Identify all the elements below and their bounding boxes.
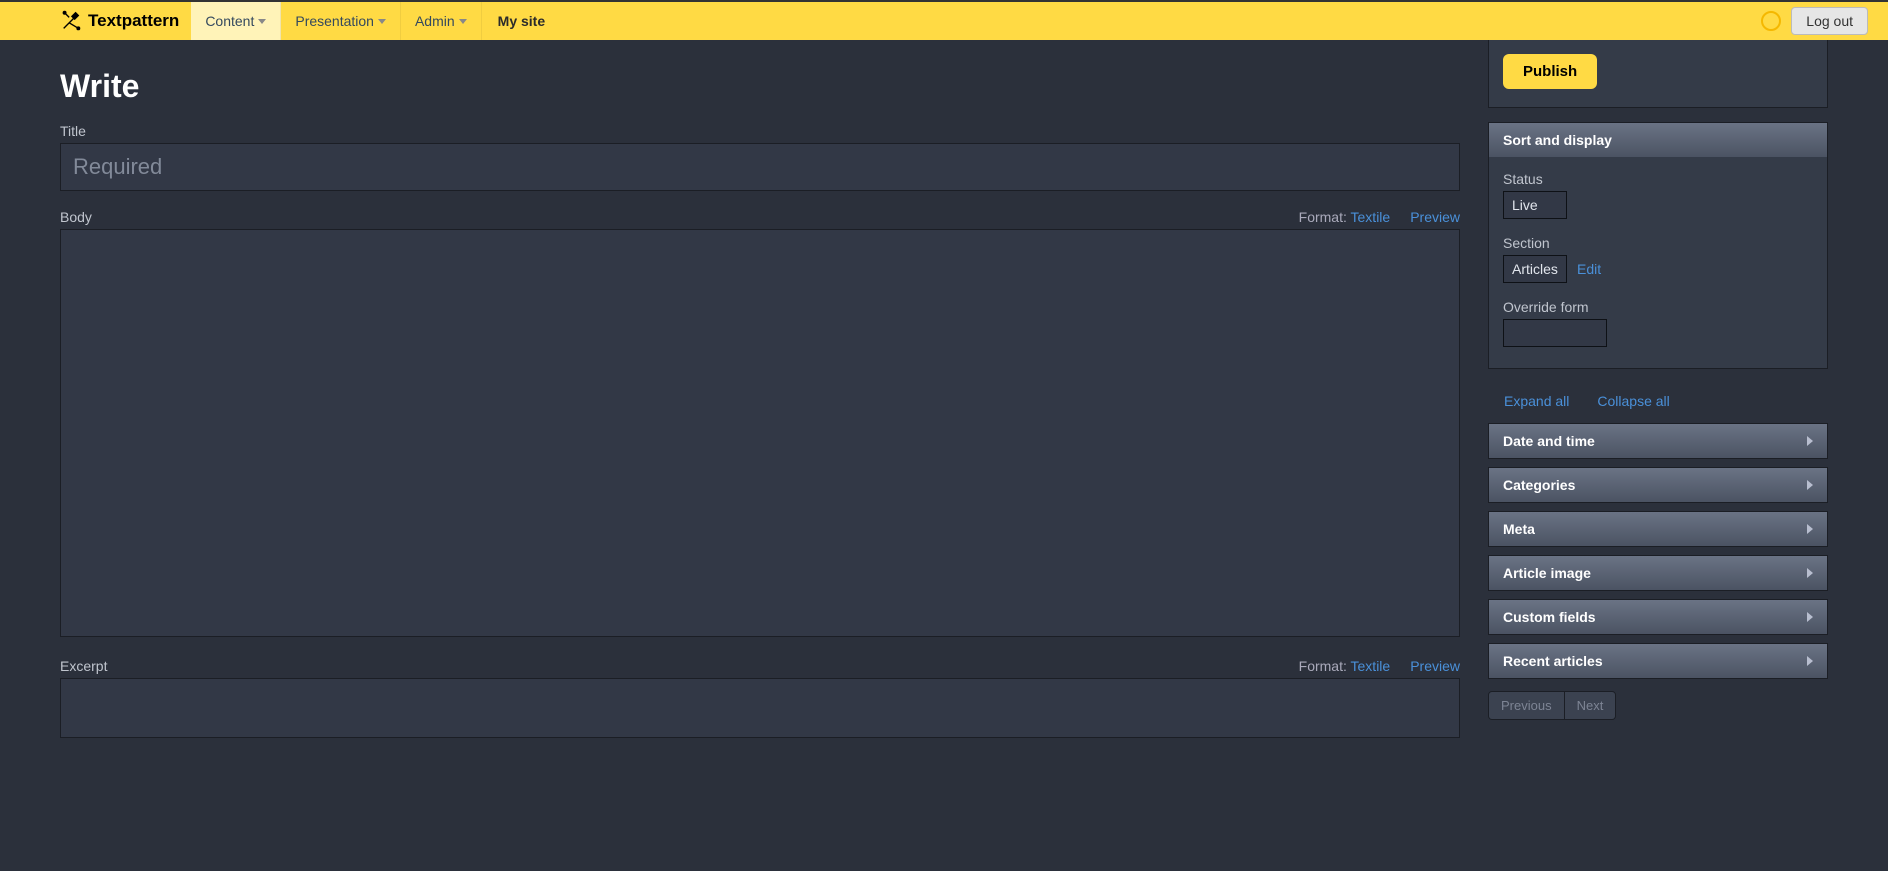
nav-admin[interactable]: Admin [401,2,482,40]
logout-button[interactable]: Log out [1791,7,1868,35]
caret-icon [378,19,386,24]
section-edit-link[interactable]: Edit [1577,261,1601,277]
excerpt-label: Excerpt [60,658,107,674]
pager: Previous Next [1488,691,1616,720]
override-select[interactable] [1503,319,1607,347]
body-label-right: Format: Textile Preview [1299,209,1460,225]
section-row: Section Articles Edit [1503,235,1813,283]
caret-icon [459,19,467,24]
body-format-link[interactable]: Textile [1351,209,1391,225]
excerpt-preview-link[interactable]: Preview [1410,658,1460,674]
brand[interactable]: Textpattern [60,2,191,40]
main-column: Write Title Body Format: Textile Preview [60,40,1460,759]
body-format: Format: Textile [1299,209,1391,225]
format-prefix: Format: [1299,209,1347,225]
caret-icon [258,19,266,24]
section-select[interactable]: Articles [1503,255,1567,283]
tools-icon [60,10,82,32]
accordion-article-image-label: Article image [1503,565,1591,581]
status-select[interactable]: Live [1503,191,1567,219]
body-block: Body Format: Textile Preview [60,209,1460,640]
publish-panel: Publish [1488,40,1828,108]
accordion-date-time-label: Date and time [1503,433,1595,449]
brand-text: Textpattern [88,11,179,31]
spinner-icon [1761,11,1781,31]
body-preview-link[interactable]: Preview [1410,209,1460,225]
accordion-recent-articles[interactable]: Recent articles [1488,643,1828,679]
nav-content[interactable]: Content [191,2,281,40]
page-title: Write [60,68,1460,105]
sort-header: Sort and display [1489,123,1827,157]
body-textarea[interactable] [60,229,1460,637]
accordion-categories[interactable]: Categories [1488,467,1828,503]
side-column: Publish Sort and display Status Live Sec… [1488,40,1828,759]
section-label: Section [1503,235,1813,251]
accordion-date-time[interactable]: Date and time [1488,423,1828,459]
status-label: Status [1503,171,1813,187]
status-row: Status Live [1503,171,1813,219]
expand-all-link[interactable]: Expand all [1504,393,1569,409]
nav-menu: Content Presentation Admin [191,2,481,40]
sort-header-label: Sort and display [1503,132,1612,148]
chevron-right-icon [1807,524,1813,534]
excerpt-label-right: Format: Textile Preview [1299,658,1460,674]
accordion-custom-fields-label: Custom fields [1503,609,1596,625]
expand-collapse-row: Expand all Collapse all [1488,383,1828,423]
chevron-right-icon [1807,436,1813,446]
override-row: Override form [1503,299,1813,350]
title-block: Title [60,123,1460,191]
accordion-meta[interactable]: Meta [1488,511,1828,547]
title-label: Title [60,123,1460,139]
nav-content-label: Content [205,13,254,29]
container: Write Title Body Format: Textile Preview [0,40,1888,759]
nav-presentation[interactable]: Presentation [281,2,401,40]
excerpt-textarea[interactable] [60,678,1460,738]
format-prefix: Format: [1299,658,1347,674]
body-label-row: Body Format: Textile Preview [60,209,1460,225]
chevron-right-icon [1807,656,1813,666]
chevron-right-icon [1807,480,1813,490]
nav-presentation-label: Presentation [295,13,374,29]
accordion-custom-fields[interactable]: Custom fields [1488,599,1828,635]
pager-next[interactable]: Next [1564,692,1616,719]
pager-previous[interactable]: Previous [1489,692,1564,719]
publish-button[interactable]: Publish [1503,54,1597,89]
topbar-right: Log out [1761,2,1888,40]
override-label: Override form [1503,299,1813,315]
accordion-recent-label: Recent articles [1503,653,1603,669]
excerpt-format-link[interactable]: Textile [1351,658,1391,674]
chevron-right-icon [1807,612,1813,622]
excerpt-label-row: Excerpt Format: Textile Preview [60,658,1460,674]
sort-panel: Sort and display Status Live Section Art… [1488,122,1828,369]
accordion-meta-label: Meta [1503,521,1535,537]
topbar: Textpattern Content Presentation Admin M… [0,0,1888,40]
excerpt-format: Format: Textile [1299,658,1391,674]
accordion-categories-label: Categories [1503,477,1575,493]
excerpt-block: Excerpt Format: Textile Preview [60,658,1460,741]
accordion-article-image[interactable]: Article image [1488,555,1828,591]
body-label: Body [60,209,92,225]
chevron-right-icon [1807,568,1813,578]
nav-admin-label: Admin [415,13,455,29]
title-input[interactable] [60,143,1460,191]
nav-mysite[interactable]: My site [482,2,561,40]
collapse-all-link[interactable]: Collapse all [1597,393,1669,409]
